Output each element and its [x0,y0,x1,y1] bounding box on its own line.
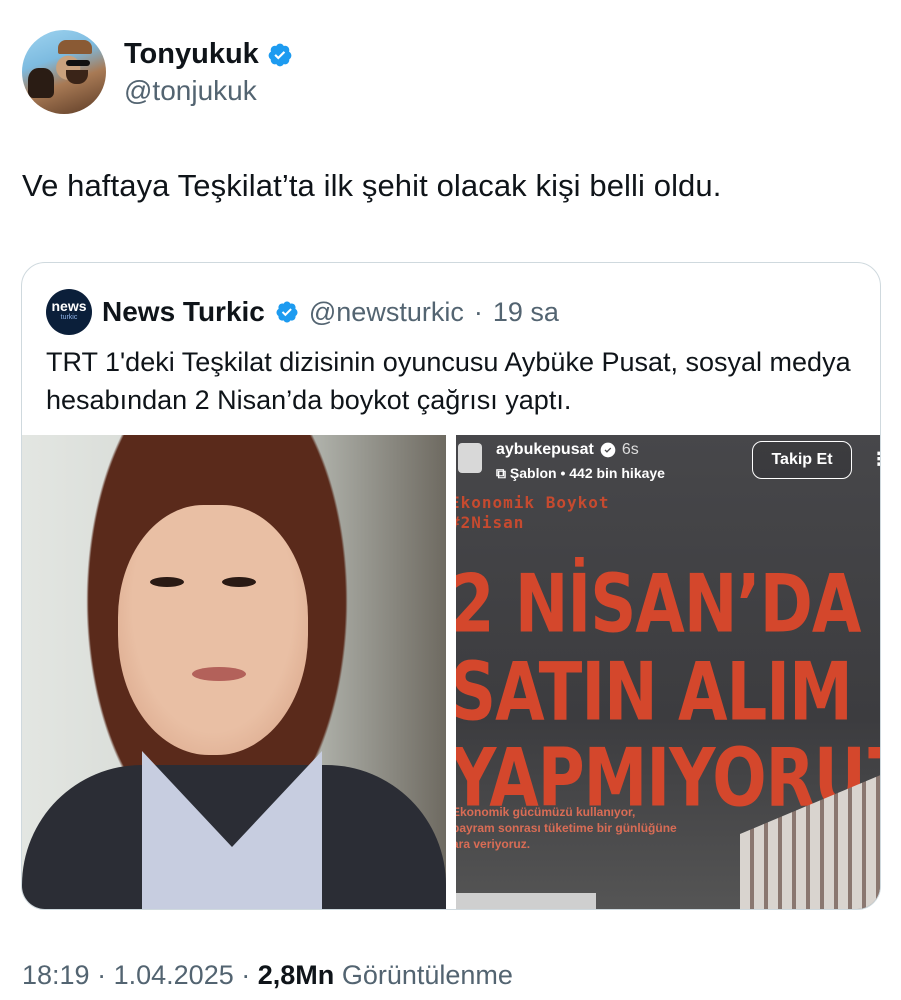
quote-age[interactable]: 19 sa [493,297,559,328]
quote-author-name[interactable]: News Turkic [102,296,265,328]
author-handle[interactable]: @tonjukuk [124,75,257,107]
portrait-face [118,505,308,755]
author-name[interactable]: Tonyukuk [124,38,293,71]
portrait-eye [222,577,256,587]
quote-author-handle[interactable]: @newsturkic [309,297,464,328]
author-name-text: Tonyukuk [124,38,259,70]
story-user: aybukepusat 6s [496,441,639,459]
story-avatar [458,443,482,473]
quote-dot-separator: · [473,296,483,327]
story-subtitle-text: Şablon • 442 bin hikaye [509,465,665,481]
verified-badge-icon [600,442,616,458]
verified-badge-icon [276,301,298,323]
portrait-lips [192,667,246,681]
quote-image-story[interactable]: aybukepusat 6s ⧉ Şablon • 442 bin hikaye… [456,435,880,909]
quote-avatar[interactable]: news turkic [46,289,92,335]
quote-header: news turkic News Turkic @newsturkic · 19… [46,289,559,335]
story-subtitle: ⧉ Şablon • 442 bin hikaye [496,465,665,482]
avatar-hat [58,40,92,54]
avatar-dog [28,68,54,98]
story-time: 6s [621,441,639,458]
quote-text: TRT 1'deki Teşkilat dizisinin oyuncusu A… [46,347,851,415]
verified-badge-icon [268,43,292,66]
template-icon: ⧉ [496,465,510,481]
poster-roof [456,893,596,909]
story-follow-button: Takip Et [752,441,852,479]
tweet-meta: 18:19 · 1.04.2025 · 2,8Mn Görüntülenme [22,960,513,991]
tweet-date[interactable]: 1.04.2025 [114,960,234,990]
poster-subtext-2: bayram sonrası tüketime bir günlüğüne [456,821,677,835]
poster-subtext-1: Ekonomik gücümüzü kullanıyor, [456,805,636,819]
meta-separator: · [241,960,251,990]
poster-subtext-3: ara veriyoruz. [456,837,531,851]
meta-separator: · [97,960,107,990]
avatar-glasses [66,60,90,66]
story-username: aybukepusat [496,441,594,458]
portrait-eye [150,577,184,587]
author-avatar[interactable] [22,30,106,114]
quote-image-portrait[interactable] [22,435,446,909]
views-count: 2,8Mn [257,960,335,990]
avatar-beard [66,70,88,84]
tweet-text: Ve haftaya Teşkilat’ta ilk şehit olacak … [22,168,722,203]
poster-tag-2: #2Nisan [456,513,525,532]
quote-logo-text: news [51,298,87,314]
views-label: Görüntülenme [341,960,513,990]
quote-logo-subtext: turkic [60,314,78,321]
more-icon: ⋮ [870,449,880,470]
poster-headline-2: SATIN ALIM [456,646,853,740]
tweet-time[interactable]: 18:19 [22,960,90,990]
poster-headline-1: 2 NİSAN’DA [456,558,861,652]
quoted-tweet[interactable]: news turkic News Turkic @newsturkic · 19… [21,262,881,910]
poster-tag-1: Ekonomik Boykot [456,493,610,512]
